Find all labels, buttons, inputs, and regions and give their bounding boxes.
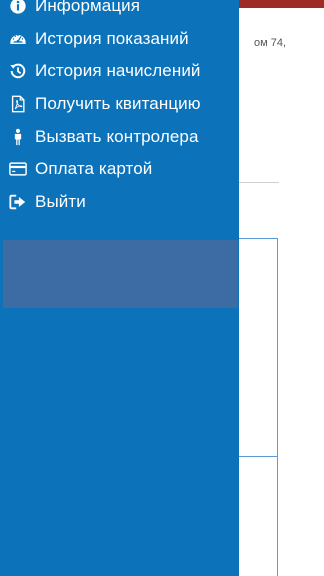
- content-frame-divider: [238, 456, 278, 457]
- credit-card-icon: [9, 160, 27, 178]
- info-icon: [9, 0, 27, 15]
- menu-item-label: История показаний: [35, 28, 189, 48]
- menu-item-label: Выйти: [35, 191, 86, 211]
- app-screen: ом 74, Информация История показаний Исто…: [0, 0, 324, 576]
- address-text-partial: ом 74,: [254, 37, 287, 49]
- menu-item-label: Оплата картой: [35, 159, 153, 179]
- menu-item-readings-history[interactable]: История показаний: [0, 23, 239, 56]
- content-frame: [238, 238, 278, 576]
- gauge-icon: [9, 30, 27, 48]
- person-icon: [9, 128, 27, 146]
- drawer-menu: Информация История показаний История нач…: [0, 0, 239, 218]
- menu-item-call-inspector[interactable]: Вызвать контролера: [0, 120, 239, 153]
- menu-item-logout[interactable]: Выйти: [0, 186, 239, 219]
- navigation-drawer: Информация История показаний История нач…: [0, 0, 239, 576]
- history-icon: [9, 62, 27, 80]
- drawer-touch-highlight: [3, 240, 238, 308]
- menu-item-label: Получить квитанцию: [35, 94, 201, 114]
- menu-item-info[interactable]: Информация: [0, 0, 239, 23]
- content-divider: [238, 182, 279, 183]
- menu-item-label: История начислений: [35, 61, 201, 81]
- menu-item-get-receipt[interactable]: Получить квитанцию: [0, 88, 239, 121]
- menu-item-label: Вызвать контролера: [35, 126, 199, 146]
- sign-out-icon: [9, 193, 27, 211]
- menu-item-charges-history[interactable]: История начислений: [0, 55, 239, 88]
- menu-item-card-payment[interactable]: Оплата картой: [0, 153, 239, 186]
- menu-item-label: Информация: [35, 0, 141, 16]
- pdf-icon: [9, 95, 27, 113]
